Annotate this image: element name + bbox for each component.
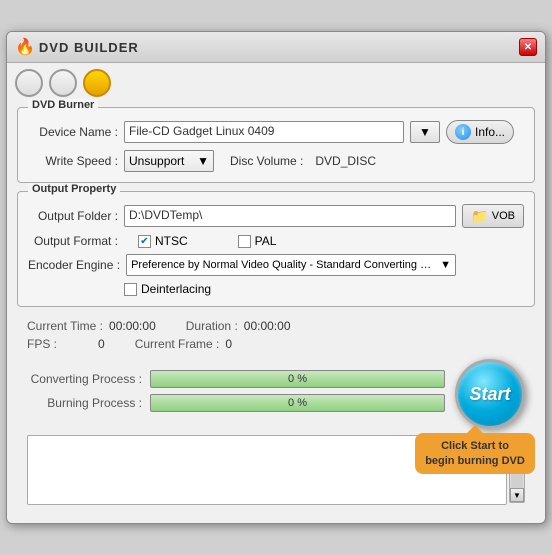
disc-volume-label: Disc Volume : bbox=[230, 154, 303, 168]
output-property-label: Output Property bbox=[28, 183, 120, 195]
converting-progress-row: Converting Process : 0 % bbox=[27, 370, 445, 388]
device-dropdown[interactable]: ▼ bbox=[410, 121, 440, 143]
encoder-select[interactable]: Preference by Normal Video Quality - Sta… bbox=[126, 254, 456, 276]
progress-start-section: Converting Process : 0 % Burning Process… bbox=[17, 359, 535, 429]
flame-icon: 🔥 bbox=[15, 37, 35, 57]
device-name-row: Device Name : File-CD Gadget Linux 0409 … bbox=[28, 120, 524, 144]
dvd-burner-label: DVD Burner bbox=[28, 99, 98, 111]
fps-value: 0 bbox=[98, 337, 105, 351]
current-time-value: 00:00:00 bbox=[109, 319, 156, 333]
vob-button[interactable]: 📁 VOB bbox=[462, 204, 524, 228]
start-tooltip: Click Start to begin burning DVD bbox=[415, 433, 535, 474]
converting-progress-text: 0 % bbox=[151, 373, 444, 385]
pal-checkbox[interactable] bbox=[238, 235, 251, 248]
converting-progress-bar: 0 % bbox=[150, 370, 445, 388]
write-speed-row: Write Speed : Unsupport ▼ Disc Volume : … bbox=[28, 150, 524, 172]
output-folder-input[interactable]: D:\DVDTemp\ bbox=[124, 205, 456, 227]
output-format-row: Output Format : ✔ NTSC PAL bbox=[28, 234, 524, 248]
burning-progress-text: 0 % bbox=[151, 397, 444, 409]
info-button[interactable]: i Info... bbox=[446, 120, 514, 144]
progress-section: Converting Process : 0 % Burning Process… bbox=[27, 370, 445, 418]
write-speed-select[interactable]: Unsupport ▼ bbox=[124, 150, 214, 172]
ntsc-checkbox-item[interactable]: ✔ NTSC bbox=[138, 234, 188, 248]
duration-label: Duration : bbox=[186, 319, 238, 333]
minimize-button[interactable] bbox=[15, 69, 43, 97]
current-frame-item: Current Frame : 0 bbox=[135, 337, 232, 351]
pal-label: PAL bbox=[255, 234, 277, 248]
output-folder-row: Output Folder : D:\DVDTemp\ 📁 VOB bbox=[28, 204, 524, 228]
dvd-burner-group: DVD Burner Device Name : File-CD Gadget … bbox=[17, 107, 535, 183]
device-name-input: File-CD Gadget Linux 0409 bbox=[124, 121, 404, 143]
scroll-down-button[interactable]: ▼ bbox=[510, 488, 524, 502]
write-speed-label: Write Speed : bbox=[28, 154, 118, 168]
burning-progress-row: Burning Process : 0 % bbox=[27, 394, 445, 412]
window-controls bbox=[7, 63, 545, 103]
disc-volume-value: DVD_DISC bbox=[315, 154, 376, 168]
duration-value: 00:00:00 bbox=[244, 319, 291, 333]
encoder-row: Encoder Engine : Preference by Normal Vi… bbox=[28, 254, 524, 276]
output-folder-label: Output Folder : bbox=[28, 209, 118, 223]
close-button[interactable]: ✕ bbox=[519, 38, 537, 56]
restore-button[interactable] bbox=[83, 69, 111, 97]
ntsc-checkbox[interactable]: ✔ bbox=[138, 235, 151, 248]
stats-section: Current Time : 00:00:00 Duration : 00:00… bbox=[17, 315, 535, 359]
current-frame-label: Current Frame : bbox=[135, 337, 220, 351]
pal-checkbox-item[interactable]: PAL bbox=[238, 234, 277, 248]
output-format-label: Output Format : bbox=[28, 234, 118, 248]
burning-progress-bar: 0 % bbox=[150, 394, 445, 412]
info-icon: i bbox=[455, 124, 471, 140]
folder-icon: 📁 bbox=[471, 208, 488, 225]
fps-item: FPS : 0 bbox=[27, 337, 105, 351]
current-frame-value: 0 bbox=[225, 337, 232, 351]
stats-row-1: Current Time : 00:00:00 Duration : 00:00… bbox=[27, 319, 525, 333]
stats-row-2: FPS : 0 Current Frame : 0 bbox=[27, 337, 525, 351]
output-property-group: Output Property Output Folder : D:\DVDTe… bbox=[17, 191, 535, 307]
title-bar: 🔥 DVD BUILDER ✕ bbox=[7, 32, 545, 63]
encoder-label: Encoder Engine : bbox=[28, 258, 120, 272]
duration-item: Duration : 00:00:00 bbox=[186, 319, 291, 333]
deinterlacing-label: Deinterlacing bbox=[141, 282, 211, 296]
current-time-item: Current Time : 00:00:00 bbox=[27, 319, 156, 333]
maximize-button[interactable] bbox=[49, 69, 77, 97]
deinterlacing-row: Deinterlacing bbox=[124, 282, 524, 296]
converting-label: Converting Process : bbox=[27, 372, 142, 386]
main-window: 🔥 DVD BUILDER ✕ DVD Burner Device Name :… bbox=[6, 31, 546, 524]
main-content: DVD Burner Device Name : File-CD Gadget … bbox=[7, 103, 545, 523]
title-bar-left: 🔥 DVD BUILDER bbox=[15, 37, 139, 57]
deinterlacing-checkbox[interactable] bbox=[124, 283, 137, 296]
ntsc-label: NTSC bbox=[155, 234, 188, 248]
window-title: DVD BUILDER bbox=[39, 40, 139, 55]
burning-label: Burning Process : bbox=[27, 396, 142, 410]
device-name-label: Device Name : bbox=[28, 125, 118, 139]
fps-label: FPS : bbox=[27, 337, 57, 351]
start-button[interactable]: Start bbox=[455, 359, 525, 429]
start-button-container: Start Click Start to begin burning DVD bbox=[455, 359, 525, 429]
current-time-label: Current Time : bbox=[27, 319, 103, 333]
